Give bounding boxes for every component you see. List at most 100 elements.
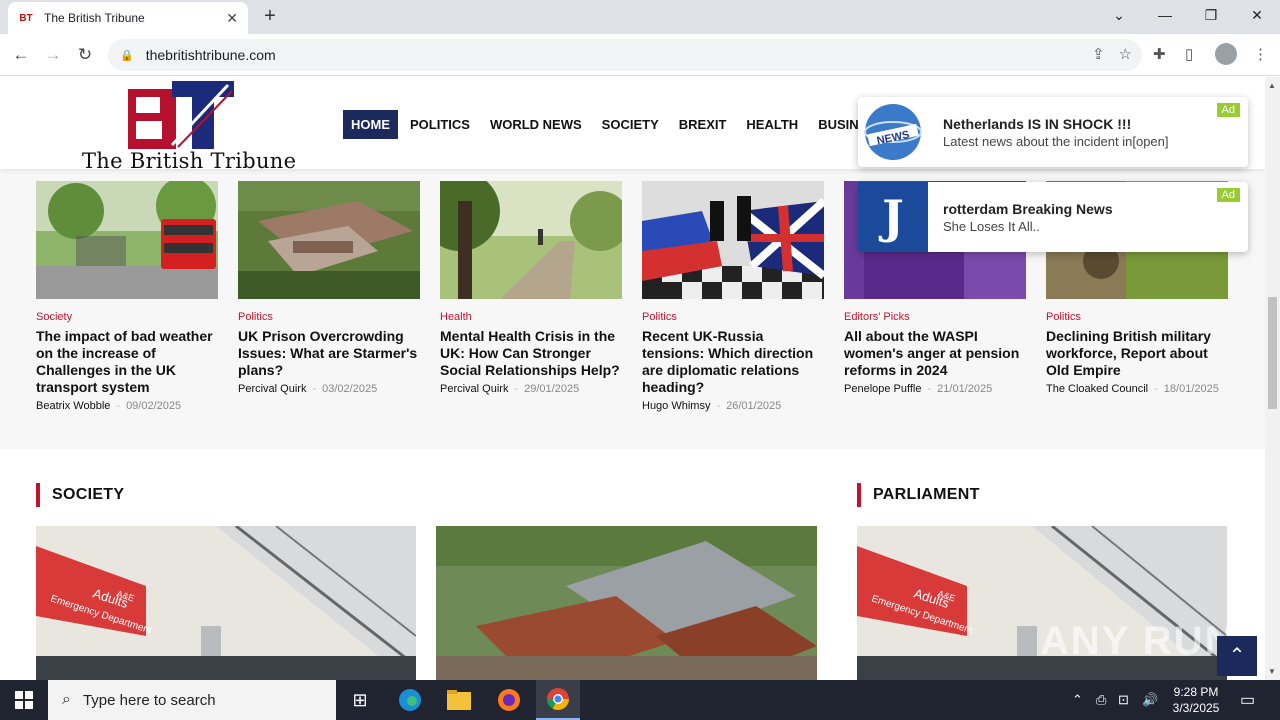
share-icon[interactable]: ⇪ <box>1092 45 1105 63</box>
article-category[interactable]: Editors' Picks <box>844 311 1026 323</box>
extensions-puzzle-icon[interactable]: ✚ <box>1153 45 1166 63</box>
clock-date: 3/3/2025 <box>1172 701 1220 715</box>
file-explorer-icon[interactable] <box>443 684 475 716</box>
meta-separator: - <box>514 383 519 395</box>
network-icon[interactable]: ⊡ <box>1118 692 1129 708</box>
ad-subtitle[interactable]: Latest news about the incident in[open] <box>943 134 1169 149</box>
nav-brexit[interactable]: BREXIT <box>671 110 735 139</box>
volume-icon[interactable]: 🔊 <box>1142 692 1158 708</box>
article-card[interactable]: Politics Recent UK-Russia tensions: Whic… <box>642 181 824 412</box>
ad-subtitle[interactable]: She Loses It All.. <box>943 219 1113 234</box>
article-author[interactable]: Penelope Puffle <box>844 383 921 395</box>
menu-kebab-icon[interactable]: ⋮ <box>1253 45 1268 63</box>
ad-notification[interactable]: J rotterdam Breaking News She Loses It A… <box>858 182 1248 252</box>
bt-logo-icon[interactable] <box>128 81 234 149</box>
j-logo-letter: J <box>882 190 904 244</box>
scroll-thumb[interactable] <box>1268 297 1277 409</box>
scroll-down-arrow-icon[interactable]: ▼ <box>1268 667 1276 676</box>
article-author[interactable]: Hugo Whimsy <box>642 400 710 412</box>
meta-separator: - <box>716 400 721 412</box>
close-tab-icon[interactable]: ✕ <box>226 10 238 27</box>
taskbar-search-placeholder: Type here to search <box>82 691 216 709</box>
ad-notification[interactable]: NEWS Netherlands IS IN SHOCK !!! Latest … <box>858 97 1248 167</box>
article-thumbnail[interactable] <box>440 181 622 299</box>
profile-avatar[interactable] <box>1215 43 1237 65</box>
clock-time: 9:28 PM <box>1173 685 1219 699</box>
article-title[interactable]: UK Prison Overcrowding Issues: What are … <box>238 328 420 379</box>
article-thumbnail[interactable] <box>642 181 824 299</box>
meta-separator: - <box>116 400 121 412</box>
back-to-top-button[interactable]: ⌃ <box>1217 636 1257 676</box>
forward-button[interactable]: → <box>40 42 66 68</box>
article-author[interactable]: Percival Quirk <box>238 383 306 395</box>
article-thumbnail[interactable] <box>238 181 420 299</box>
article-title[interactable]: Mental Health Crisis in the UK: How Can … <box>440 328 622 379</box>
ad-title[interactable]: Netherlands IS IN SHOCK !!! <box>943 116 1169 132</box>
society-second-image[interactable] <box>436 526 817 680</box>
tray-device-icon[interactable]: ⎙ <box>1096 692 1106 708</box>
article-date: 29/01/2025 <box>524 383 580 395</box>
article-card[interactable]: Health Mental Health Crisis in the UK: H… <box>440 181 622 395</box>
restore-button[interactable]: ❐ <box>1188 0 1234 30</box>
article-thumbnail[interactable] <box>36 181 218 299</box>
article-category[interactable]: Politics <box>1046 311 1228 323</box>
meta-separator: - <box>927 383 932 395</box>
taskbar-search-box[interactable]: ⌕ Type here to search <box>48 680 336 720</box>
bookmark-star-icon[interactable]: ☆ <box>1119 45 1132 63</box>
url-text: thebritishtribune.com <box>145 47 276 63</box>
new-tab-button[interactable]: + <box>258 4 282 28</box>
nav-politics[interactable]: POLITICS <box>402 110 478 139</box>
reload-button[interactable]: ↻ <box>72 42 98 68</box>
page-scrollbar[interactable]: ▲ ▼ <box>1265 77 1280 680</box>
meta-separator: - <box>312 383 317 395</box>
j-logo-icon: J <box>858 182 928 252</box>
task-view-icon[interactable]: ⊞ <box>344 684 376 716</box>
article-category[interactable]: Health <box>440 311 622 323</box>
nav-home[interactable]: HOME <box>343 110 398 139</box>
start-button[interactable] <box>0 680 48 720</box>
nav-health[interactable]: HEALTH <box>738 110 806 139</box>
article-card[interactable]: Society The impact of bad weather on the… <box>36 181 218 412</box>
browser-tab[interactable]: BT The British Tribune ✕ <box>8 2 248 34</box>
notifications-icon[interactable]: ▭ <box>1240 690 1255 710</box>
windows-logo-icon <box>15 691 33 709</box>
article-title[interactable]: Recent UK-Russia tensions: Which directi… <box>642 328 824 396</box>
windows-taskbar: ⌕ Type here to search ⊞ ⌃ ⎙ ⊡ 🔊 9:28 PM … <box>0 680 1280 720</box>
main-nav: HOME POLITICS WORLD NEWS SOCIETY BREXIT … <box>343 110 897 139</box>
article-title[interactable]: All about the WASPI women's anger at pen… <box>844 328 1026 379</box>
back-button[interactable]: ← <box>8 42 34 68</box>
tab-bar: BT The British Tribune ✕ + ⌄ — ❐ ✕ <box>0 0 1280 34</box>
edge-browser-icon[interactable] <box>394 684 426 716</box>
article-author[interactable]: The Cloaked Council <box>1046 383 1148 395</box>
article-category[interactable]: Politics <box>238 311 420 323</box>
article-author[interactable]: Percival Quirk <box>440 383 508 395</box>
article-category[interactable]: Society <box>36 311 218 323</box>
close-window-button[interactable]: ✕ <box>1234 0 1280 30</box>
system-clock[interactable]: 9:28 PM 3/3/2025 <box>1166 684 1226 716</box>
article-title[interactable]: Declining British military workforce, Re… <box>1046 328 1228 379</box>
tab-search-chevron-icon[interactable]: ⌄ <box>1096 0 1142 30</box>
firefox-icon[interactable] <box>493 684 525 716</box>
ad-title[interactable]: rotterdam Breaking News <box>943 201 1113 217</box>
society-section-header: SOCIETY <box>36 483 124 507</box>
address-bar[interactable]: 🔒 thebritishtribune.com ⇪ ☆ <box>108 39 1142 71</box>
side-panel-icon[interactable]: ▯ <box>1185 45 1193 63</box>
article-card[interactable]: Politics UK Prison Overcrowding Issues: … <box>238 181 420 395</box>
scroll-up-arrow-icon[interactable]: ▲ <box>1268 81 1276 90</box>
article-date: 26/01/2025 <box>726 400 782 412</box>
nav-society[interactable]: SOCIETY <box>594 110 667 139</box>
section-title[interactable]: PARLIAMENT <box>873 486 980 504</box>
minimize-button[interactable]: — <box>1142 0 1188 30</box>
society-lead-image[interactable]: Adults Emergency Department A&E <box>36 526 416 680</box>
tray-chevron-icon[interactable]: ⌃ <box>1072 692 1083 708</box>
section-title[interactable]: SOCIETY <box>52 486 124 504</box>
article-author[interactable]: Beatrix Wobble <box>36 400 110 412</box>
lock-icon[interactable]: 🔒 <box>120 49 134 62</box>
article-title[interactable]: The impact of bad weather on the increas… <box>36 328 218 396</box>
article-category[interactable]: Politics <box>642 311 824 323</box>
site-logo-text[interactable]: The British Tribune <box>82 149 296 173</box>
site-favicon-icon: BT <box>19 12 33 24</box>
ad-badge: Ad <box>1216 103 1240 117</box>
chrome-icon[interactable] <box>536 680 580 720</box>
nav-world-news[interactable]: WORLD NEWS <box>482 110 590 139</box>
